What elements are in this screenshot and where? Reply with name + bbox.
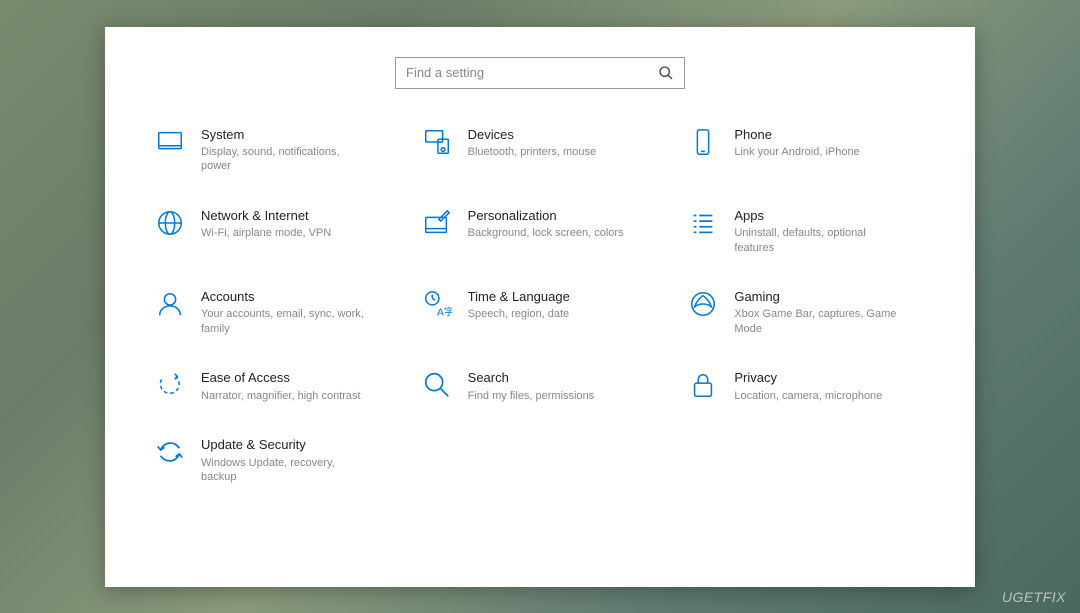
tile-text: Search Find my files, permissions: [468, 370, 595, 403]
tile-desc: Display, sound, notifications, power: [201, 145, 366, 174]
tile-devices[interactable]: Devices Bluetooth, printers, mouse: [422, 127, 659, 174]
tile-search[interactable]: Search Find my files, permissions: [422, 370, 659, 403]
tile-phone[interactable]: Phone Link your Android, iPhone: [688, 127, 925, 174]
tile-privacy[interactable]: Privacy Location, camera, microphone: [688, 370, 925, 403]
time-language-icon: A字: [422, 289, 452, 319]
tile-title: Phone: [734, 127, 859, 143]
search-input[interactable]: [406, 65, 658, 80]
globe-icon: [155, 208, 185, 238]
tile-title: Update & Security: [201, 437, 366, 453]
accounts-icon: [155, 289, 185, 319]
tile-system[interactable]: System Display, sound, notifications, po…: [155, 127, 392, 174]
tile-text: Phone Link your Android, iPhone: [734, 127, 859, 160]
search-box[interactable]: [395, 57, 685, 89]
tile-desc: Wi-Fi, airplane mode, VPN: [201, 226, 331, 240]
search-tile-icon: [422, 370, 452, 400]
tile-desc: Bluetooth, printers, mouse: [468, 145, 596, 159]
tile-desc: Your accounts, email, sync, work, family: [201, 307, 366, 336]
tile-gaming[interactable]: Gaming Xbox Game Bar, captures, Game Mod…: [688, 289, 925, 336]
tile-text: Devices Bluetooth, printers, mouse: [468, 127, 596, 160]
tile-ease-of-access[interactable]: Ease of Access Narrator, magnifier, high…: [155, 370, 392, 403]
svg-text:A字: A字: [437, 305, 452, 318]
tile-desc: Narrator, magnifier, high contrast: [201, 389, 361, 403]
tile-accounts[interactable]: Accounts Your accounts, email, sync, wor…: [155, 289, 392, 336]
tile-desc: Xbox Game Bar, captures, Game Mode: [734, 307, 899, 336]
tile-title: Search: [468, 370, 595, 386]
tile-desc: Windows Update, recovery, backup: [201, 456, 366, 485]
update-icon: [155, 437, 185, 467]
tile-text: Personalization Background, lock screen,…: [468, 208, 624, 241]
ease-of-access-icon: [155, 370, 185, 400]
tile-title: Gaming: [734, 289, 899, 305]
watermark: UGETFIX: [1002, 589, 1066, 605]
system-icon: [155, 127, 185, 157]
tile-text: Update & Security Windows Update, recove…: [201, 437, 366, 484]
tile-title: System: [201, 127, 366, 143]
tile-text: Time & Language Speech, region, date: [468, 289, 570, 322]
tile-title: Time & Language: [468, 289, 570, 305]
tile-text: Network & Internet Wi-Fi, airplane mode,…: [201, 208, 331, 241]
tile-apps[interactable]: Apps Uninstall, defaults, optional featu…: [688, 208, 925, 255]
gaming-icon: [688, 289, 718, 319]
tile-desc: Background, lock screen, colors: [468, 226, 624, 240]
devices-icon: [422, 127, 452, 157]
tile-text: Privacy Location, camera, microphone: [734, 370, 882, 403]
search-icon: [658, 65, 674, 81]
tile-text: Gaming Xbox Game Bar, captures, Game Mod…: [734, 289, 899, 336]
tile-title: Devices: [468, 127, 596, 143]
phone-icon: [688, 127, 718, 157]
privacy-icon: [688, 370, 718, 400]
tile-desc: Uninstall, defaults, optional features: [734, 226, 899, 255]
tile-update-security[interactable]: Update & Security Windows Update, recove…: [155, 437, 392, 484]
settings-window: System Display, sound, notifications, po…: [105, 27, 975, 587]
tile-title: Apps: [734, 208, 899, 224]
tile-desc: Location, camera, microphone: [734, 389, 882, 403]
tile-time-language[interactable]: A字 Time & Language Speech, region, date: [422, 289, 659, 336]
tile-personalization[interactable]: Personalization Background, lock screen,…: [422, 208, 659, 255]
tile-title: Privacy: [734, 370, 882, 386]
apps-icon: [688, 208, 718, 238]
tile-text: Ease of Access Narrator, magnifier, high…: [201, 370, 361, 403]
tile-desc: Speech, region, date: [468, 307, 570, 321]
tile-title: Ease of Access: [201, 370, 361, 386]
tile-title: Network & Internet: [201, 208, 331, 224]
personalization-icon: [422, 208, 452, 238]
tile-text: System Display, sound, notifications, po…: [201, 127, 366, 174]
tile-text: Accounts Your accounts, email, sync, wor…: [201, 289, 366, 336]
tile-network[interactable]: Network & Internet Wi-Fi, airplane mode,…: [155, 208, 392, 255]
tile-desc: Find my files, permissions: [468, 389, 595, 403]
settings-grid: System Display, sound, notifications, po…: [155, 127, 925, 485]
tile-desc: Link your Android, iPhone: [734, 145, 859, 159]
tile-title: Accounts: [201, 289, 366, 305]
tile-title: Personalization: [468, 208, 624, 224]
tile-text: Apps Uninstall, defaults, optional featu…: [734, 208, 899, 255]
